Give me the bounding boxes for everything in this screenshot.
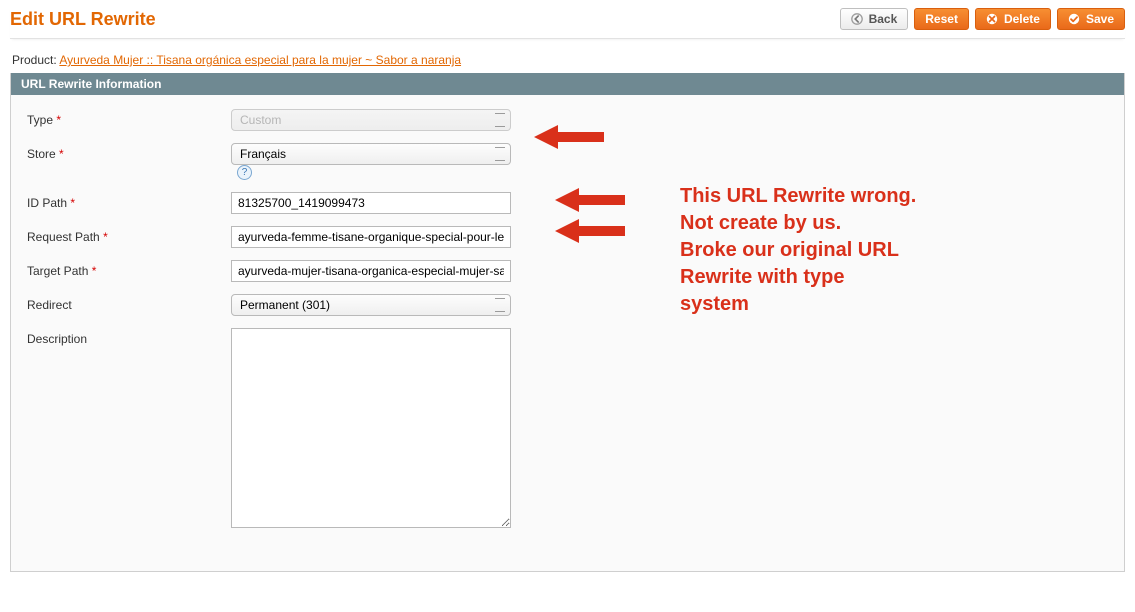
back-button[interactable]: Back xyxy=(840,8,909,30)
save-button-label: Save xyxy=(1086,12,1114,26)
back-arrow-icon xyxy=(851,13,863,25)
help-icon[interactable]: ? xyxy=(237,165,252,180)
delete-button[interactable]: Delete xyxy=(975,8,1051,30)
target-path-label: Target Path xyxy=(27,264,88,278)
id-path-label: ID Path xyxy=(27,196,67,210)
required-mark: * xyxy=(92,264,97,278)
store-select[interactable]: Français xyxy=(231,143,511,165)
product-link[interactable]: Ayurveda Mujer :: Tisana orgánica especi… xyxy=(59,53,461,67)
delete-button-label: Delete xyxy=(1004,12,1040,26)
request-path-input[interactable] xyxy=(231,226,511,248)
redirect-select[interactable]: Permanent (301) xyxy=(231,294,511,316)
required-mark: * xyxy=(70,196,75,210)
url-rewrite-panel: URL Rewrite Information Type * Custom St… xyxy=(10,73,1125,572)
reset-button[interactable]: Reset xyxy=(914,8,969,30)
required-mark: * xyxy=(56,113,61,127)
product-label: Product: xyxy=(12,53,57,67)
reset-button-label: Reset xyxy=(925,12,958,26)
panel-title: URL Rewrite Information xyxy=(11,73,1124,95)
id-path-input[interactable] xyxy=(231,192,511,214)
button-bar: Back Reset Delete Save xyxy=(840,8,1125,30)
required-mark: * xyxy=(59,147,64,161)
save-button[interactable]: Save xyxy=(1057,8,1125,30)
page-header: Edit URL Rewrite Back Reset Delete xyxy=(10,6,1125,39)
delete-icon xyxy=(986,13,998,25)
required-mark: * xyxy=(103,230,108,244)
type-select: Custom xyxy=(231,109,511,131)
page-title: Edit URL Rewrite xyxy=(10,9,156,30)
check-icon xyxy=(1068,13,1080,25)
redirect-label: Redirect xyxy=(27,298,72,312)
back-button-label: Back xyxy=(869,12,898,26)
request-path-label: Request Path xyxy=(27,230,100,244)
description-label: Description xyxy=(27,332,87,346)
store-label: Store xyxy=(27,147,56,161)
type-label: Type xyxy=(27,113,53,127)
product-line: Product: Ayurveda Mujer :: Tisana orgáni… xyxy=(12,53,1125,67)
target-path-input[interactable] xyxy=(231,260,511,282)
description-textarea[interactable] xyxy=(231,328,511,528)
